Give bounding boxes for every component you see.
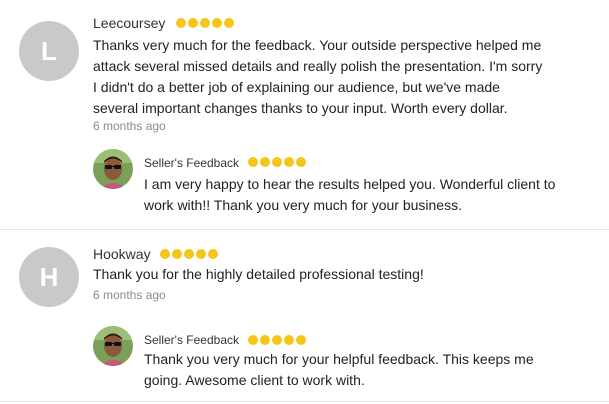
star-icon (224, 18, 234, 28)
star-rating (248, 335, 306, 345)
star-icon (188, 18, 198, 28)
avatar[interactable]: H (19, 247, 79, 307)
reviewer-name[interactable]: Leecoursey (93, 14, 165, 32)
star-icon (296, 157, 306, 167)
star-rating (176, 18, 234, 28)
star-icon (248, 157, 258, 167)
seller-reply-text: I am very happy to hear the results help… (144, 176, 556, 213)
seller-feedback-label: Seller's Feedback (144, 333, 240, 347)
star-icon (248, 335, 258, 345)
star-icon (172, 249, 182, 259)
star-icon (260, 335, 270, 345)
review-text: Thanks very much for the feedback. Your … (93, 37, 543, 116)
star-icon (296, 335, 306, 345)
star-icon (260, 157, 270, 167)
star-icon (176, 18, 186, 28)
star-icon (200, 18, 210, 28)
star-icon (272, 335, 282, 345)
star-icon (272, 157, 282, 167)
star-rating (160, 249, 218, 259)
seller-feedback-label: Seller's Feedback (144, 156, 240, 170)
star-icon (212, 18, 222, 28)
review-timestamp: 6 months ago (93, 119, 166, 133)
star-icon (208, 249, 218, 259)
review-divider (0, 401, 609, 402)
star-icon (284, 157, 294, 167)
review-text: Thank you for the highly detailed profes… (93, 266, 424, 282)
review-timestamp: 6 months ago (93, 288, 166, 302)
star-icon (196, 249, 206, 259)
star-icon (184, 249, 194, 259)
seller-reply-text: Thank you very much for your helpful fee… (144, 351, 534, 388)
star-icon (160, 249, 170, 259)
avatar[interactable]: L (19, 21, 79, 81)
seller-avatar (93, 326, 133, 366)
review-divider (0, 229, 609, 230)
star-icon (284, 335, 294, 345)
seller-avatar (93, 149, 133, 189)
reviewer-name[interactable]: Hookway (93, 245, 151, 263)
star-rating (248, 157, 306, 167)
